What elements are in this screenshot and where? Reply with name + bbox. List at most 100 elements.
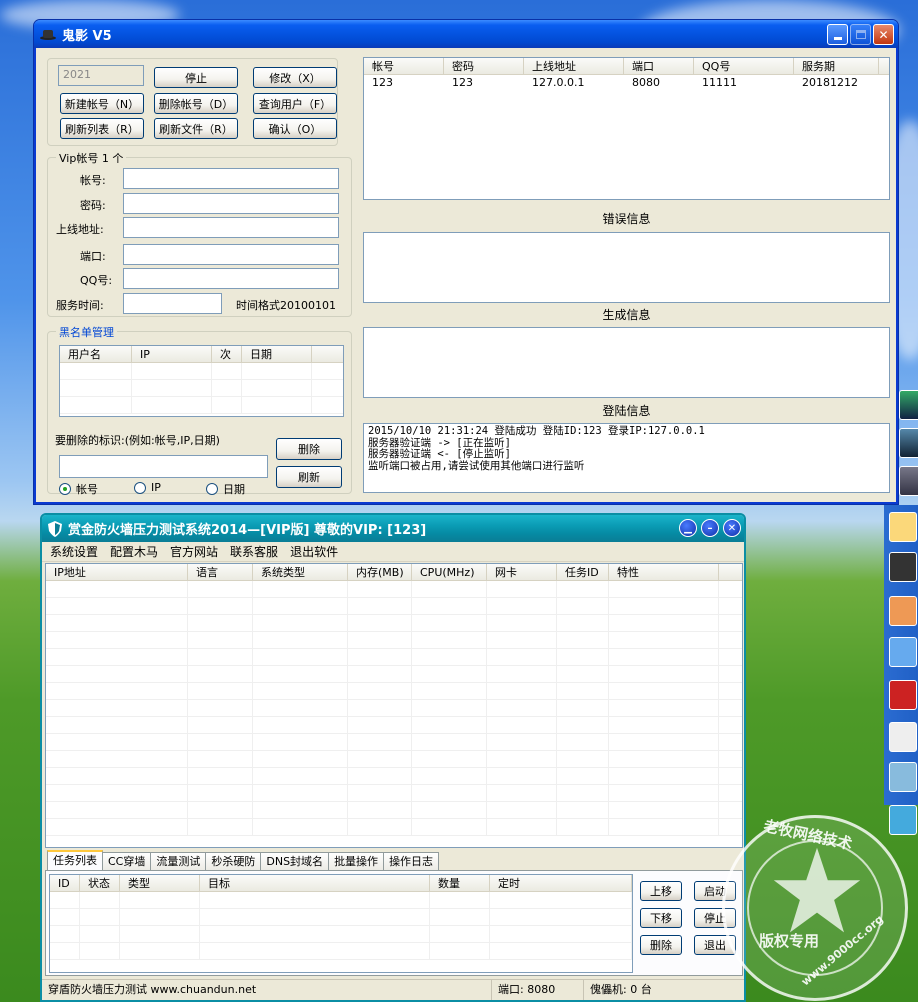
- heart-app-icon[interactable]: [889, 512, 917, 542]
- radio-date[interactable]: 日期: [206, 481, 245, 497]
- minimize-button[interactable]: [827, 24, 848, 45]
- col-language[interactable]: 语言: [188, 564, 253, 580]
- move-down-button[interactable]: 下移: [640, 908, 682, 928]
- col-count[interactable]: 次: [212, 346, 242, 362]
- radio-account[interactable]: 帐号: [59, 481, 98, 497]
- cell-password: 123: [452, 76, 473, 89]
- account-table[interactable]: 帐号 密码 上线地址 端口 QQ号 服务期 123 123 127.0.0.1 …: [363, 57, 890, 200]
- radio-ip[interactable]: IP: [134, 481, 161, 494]
- password-input[interactable]: [123, 193, 339, 214]
- blacklist-label: 黑名单管理: [56, 324, 117, 340]
- blacklist-delete-button[interactable]: 删除: [276, 438, 342, 460]
- radio-account-label: 帐号: [76, 483, 98, 496]
- desktop-shortcut-icon[interactable]: [899, 390, 918, 420]
- host-list-table[interactable]: IP地址 语言 系统类型 内存(MB) CPU(MHz) 网卡 任务ID 特性: [45, 563, 743, 848]
- menu-contact-support[interactable]: 联系客服: [230, 543, 278, 560]
- menu-official-site[interactable]: 官方网站: [170, 543, 218, 560]
- refresh-file-button[interactable]: 刷新文件（R）: [154, 118, 238, 139]
- task-table-header: ID 状态 类型 目标 数量 定时: [50, 875, 632, 892]
- firewall-test-window: 赏金防火墙压力测试系统2014—[VIP版] 尊敬的VIP: [123] ▁ –…: [40, 513, 746, 1002]
- help-button[interactable]: ▁: [679, 519, 697, 537]
- col-feature[interactable]: 特性: [609, 564, 719, 580]
- table-row[interactable]: 123 123 127.0.0.1 8080 11111 20181212: [364, 75, 889, 90]
- col-ip[interactable]: IP: [132, 346, 212, 362]
- desktop-shortcut-icon[interactable]: [889, 552, 917, 582]
- menu-exit[interactable]: 退出软件: [290, 543, 338, 560]
- qq-input[interactable]: [123, 268, 339, 289]
- col-qq[interactable]: QQ号: [694, 58, 794, 74]
- minimize-button[interactable]: –: [701, 519, 719, 537]
- firewall-window-title: 赏金防火墙压力测试系统2014—[VIP版] 尊敬的VIP: [123]: [68, 523, 427, 538]
- col-nic[interactable]: 网卡: [487, 564, 557, 580]
- col-port[interactable]: 端口: [624, 58, 694, 74]
- col-os-type[interactable]: 系统类型: [253, 564, 348, 580]
- task-table[interactable]: ID 状态 类型 目标 数量 定时: [49, 874, 633, 973]
- radio-date-label: 日期: [223, 483, 245, 496]
- generate-info-box[interactable]: [363, 327, 890, 398]
- cell-service-period: 20181212: [802, 76, 858, 89]
- blacklist-table[interactable]: 用户名 IP 次 日期: [59, 345, 344, 417]
- confirm-button[interactable]: 确认（O）: [253, 118, 337, 139]
- desktop-shortcut-icon[interactable]: [899, 428, 918, 458]
- col-password[interactable]: 密码: [444, 58, 524, 74]
- maximize-button[interactable]: [850, 24, 871, 45]
- ghost-v5-titlebar[interactable]: 鬼影 V5 ✕: [34, 20, 898, 48]
- port-input[interactable]: [123, 244, 339, 265]
- star-icon: [773, 847, 861, 933]
- close-button[interactable]: ✕: [873, 24, 894, 45]
- tab-batch[interactable]: 批量操作: [328, 852, 385, 870]
- col-id[interactable]: ID: [50, 875, 80, 891]
- col-ip-address[interactable]: IP地址: [46, 564, 188, 580]
- tab-hard-defense[interactable]: 秒杀硬防: [205, 852, 262, 870]
- table-row: [46, 649, 742, 666]
- col-target[interactable]: 目标: [200, 875, 430, 891]
- query-user-button[interactable]: 查询用户（F）: [253, 93, 337, 114]
- col-type[interactable]: 类型: [120, 875, 200, 891]
- new-account-button[interactable]: 新建帐号（N）: [60, 93, 144, 114]
- tab-operation-log[interactable]: 操作日志: [383, 852, 440, 870]
- col-account[interactable]: 帐号: [364, 58, 444, 74]
- online-address-input[interactable]: [123, 217, 339, 238]
- delete-account-button[interactable]: 删除帐号（D）: [154, 93, 238, 114]
- col-service-period[interactable]: 服务期: [794, 58, 879, 74]
- error-info-box[interactable]: [363, 232, 890, 303]
- desktop-shortcut-icon[interactable]: [889, 637, 917, 667]
- move-up-button[interactable]: 上移: [640, 881, 682, 901]
- delete-task-button[interactable]: 删除: [640, 935, 682, 955]
- tab-traffic-test[interactable]: 流量测试: [150, 852, 207, 870]
- col-date[interactable]: 日期: [242, 346, 312, 362]
- close-button[interactable]: ✕: [723, 519, 741, 537]
- col-quantity[interactable]: 数量: [430, 875, 490, 891]
- refresh-list-button[interactable]: 刷新列表（R）: [60, 118, 144, 139]
- col-cpu[interactable]: CPU(MHz): [412, 564, 487, 580]
- graduation-cap-icon[interactable]: [889, 805, 917, 835]
- col-online-address[interactable]: 上线地址: [524, 58, 624, 74]
- year-field[interactable]: 2021: [58, 65, 144, 86]
- modify-button[interactable]: 修改（X）: [253, 67, 337, 88]
- tab-cc[interactable]: CC穿墙: [102, 852, 152, 870]
- desktop-shortcut-icon[interactable]: [899, 466, 918, 496]
- blacklist-refresh-button[interactable]: 刷新: [276, 466, 342, 488]
- service-time-input[interactable]: [123, 293, 222, 314]
- desktop-shortcut-icon[interactable]: [889, 722, 917, 752]
- col-status[interactable]: 状态: [80, 875, 120, 891]
- col-task-id[interactable]: 任务ID: [557, 564, 609, 580]
- account-input[interactable]: [123, 168, 339, 189]
- stop-button[interactable]: 停止: [154, 67, 238, 88]
- desktop-shortcut-icon[interactable]: [889, 762, 917, 792]
- tab-strip: 任务列表 CC穿墙 流量测试 秒杀硬防 DNS封域名 批量操作 操作日志: [47, 850, 440, 870]
- tab-dns-block[interactable]: DNS封域名: [260, 852, 330, 870]
- col-username[interactable]: 用户名: [60, 346, 132, 362]
- desktop-shortcut-icon[interactable]: [889, 596, 917, 626]
- menu-configure-trojan[interactable]: 配置木马: [110, 543, 158, 560]
- menu-system-settings[interactable]: 系统设置: [50, 543, 98, 560]
- desktop-shortcut-icon[interactable]: [889, 680, 917, 710]
- delete-identifier-input[interactable]: [59, 455, 268, 478]
- col-memory[interactable]: 内存(MB): [348, 564, 412, 580]
- login-info-log[interactable]: 2015/10/10 21:31:24 登陆成功 登陆ID:123 登录IP:1…: [363, 423, 890, 493]
- account-label: 帐号:: [80, 174, 106, 187]
- firewall-titlebar[interactable]: 赏金防火墙压力测试系统2014—[VIP版] 尊敬的VIP: [123] ▁ –…: [42, 515, 744, 542]
- col-schedule[interactable]: 定时: [490, 875, 632, 891]
- table-row: [46, 683, 742, 700]
- tab-task-list[interactable]: 任务列表: [47, 850, 103, 870]
